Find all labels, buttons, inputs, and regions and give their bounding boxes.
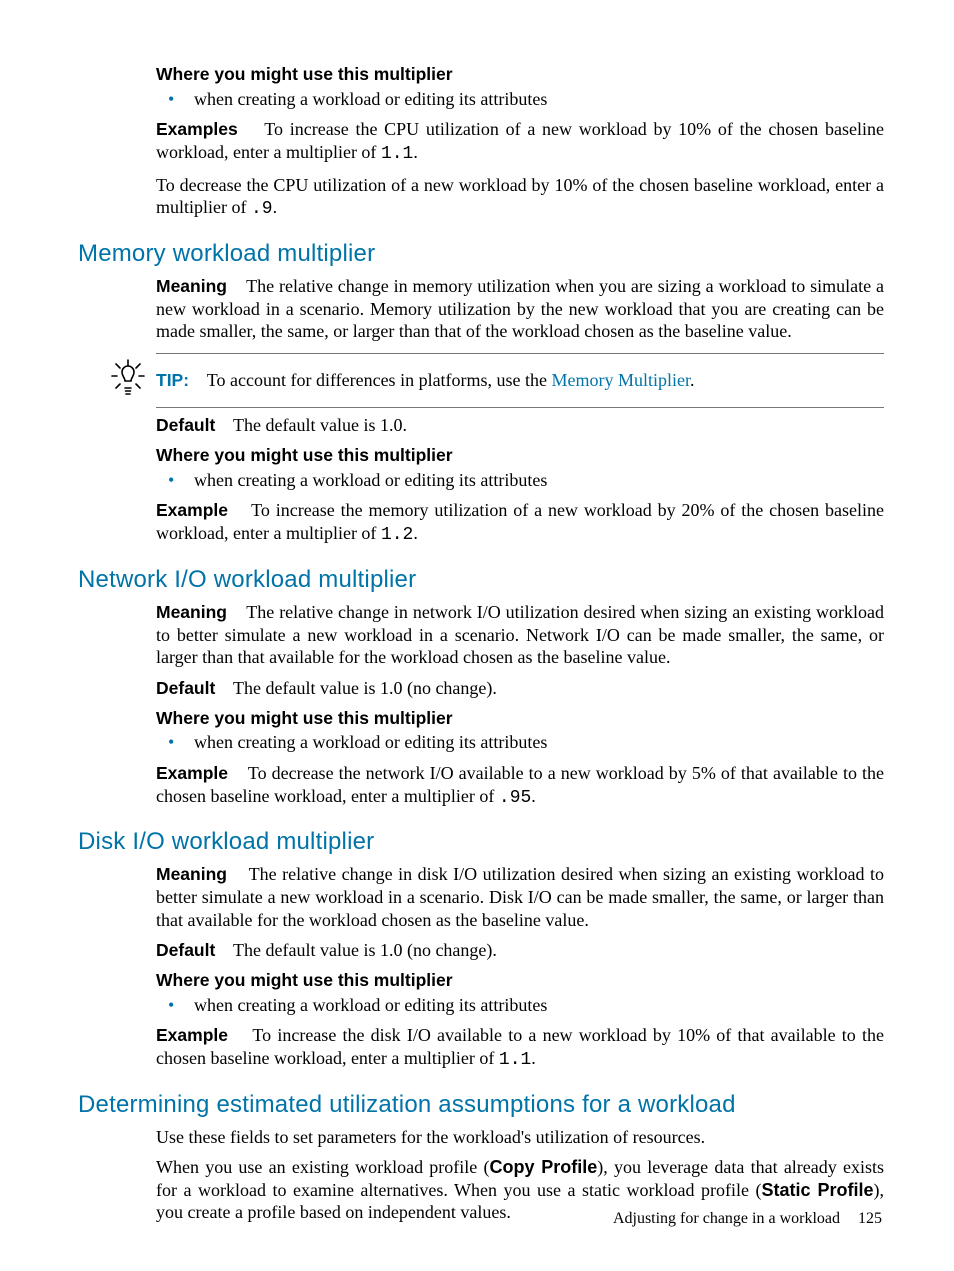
cpu-section-continuation: Where you might use this multiplier when…	[156, 64, 884, 221]
memory-heading: Memory workload multiplier	[78, 239, 884, 269]
code-literal: .95	[499, 788, 531, 808]
meaning-paragraph: Meaning The relative change in memory ut…	[156, 275, 884, 343]
meaning-paragraph: Meaning The relative change in disk I/O …	[156, 863, 884, 931]
where-heading: Where you might use this multiplier	[156, 64, 884, 86]
where-list: when creating a workload or editing its …	[156, 994, 884, 1017]
default-paragraph: Default The default value is 1.0 (no cha…	[156, 939, 884, 962]
tip-block: TIP: To account for differences in platf…	[156, 353, 884, 409]
where-list: when creating a workload or editing its …	[156, 731, 884, 754]
where-list: when creating a workload or editing its …	[156, 88, 884, 111]
page-number: 125	[858, 1210, 882, 1227]
body-text: .	[690, 370, 695, 390]
body-text: The default value is 1.0 (no change).	[233, 678, 497, 698]
disk-section: Meaning The relative change in disk I/O …	[156, 863, 884, 1072]
list-item: when creating a workload or editing its …	[194, 994, 884, 1017]
body-text: .	[413, 523, 418, 543]
bold-term: Copy Profile	[490, 1157, 598, 1177]
code-literal: 1.2	[381, 525, 413, 545]
example-label: Example	[156, 500, 228, 520]
bold-term: Static Profile	[761, 1180, 873, 1200]
body-text: The relative change in memory utilizatio…	[156, 276, 884, 341]
default-paragraph: Default The default value is 1.0 (no cha…	[156, 677, 884, 700]
example-label: Example	[156, 1025, 228, 1045]
default-label: Default	[156, 940, 215, 960]
examples-label: Examples	[156, 119, 238, 139]
where-heading: Where you might use this multiplier	[156, 970, 884, 992]
tip-rule-top	[156, 353, 884, 354]
disk-heading: Disk I/O workload multiplier	[78, 827, 884, 857]
network-heading: Network I/O workload multiplier	[78, 565, 884, 595]
body-text: The default value is 1.0.	[233, 415, 407, 435]
body-text: The relative change in network I/O utili…	[156, 602, 884, 667]
examples-paragraph: Examples To increase the CPU utilization…	[156, 118, 884, 165]
list-item: when creating a workload or editing its …	[194, 88, 884, 111]
body-text: To increase the CPU utilization of a new…	[156, 119, 884, 162]
footer-text: Adjusting for change in a workload	[613, 1210, 840, 1227]
code-literal: 1.1	[381, 144, 413, 164]
tip-icon	[108, 358, 148, 404]
body-text: The relative change in disk I/O utilizat…	[156, 864, 884, 929]
where-list: when creating a workload or editing its …	[156, 469, 884, 492]
body-text: To account for differences in platforms,…	[207, 370, 552, 390]
example-paragraph: Example To increase the disk I/O availab…	[156, 1024, 884, 1071]
meaning-label: Meaning	[156, 602, 227, 622]
default-label: Default	[156, 415, 215, 435]
memory-section: Meaning The relative change in memory ut…	[156, 275, 884, 547]
body-text: The default value is 1.0 (no change).	[233, 940, 497, 960]
body-paragraph: Use these fields to set parameters for t…	[156, 1126, 884, 1149]
lightbulb-icon	[108, 358, 148, 398]
list-item: when creating a workload or editing its …	[194, 469, 884, 492]
default-label: Default	[156, 678, 215, 698]
determining-heading: Determining estimated utilization assump…	[78, 1090, 884, 1120]
where-heading: Where you might use this multiplier	[156, 445, 884, 467]
memory-multiplier-link[interactable]: Memory Multiplier	[552, 370, 691, 390]
body-text: .	[531, 1048, 536, 1068]
meaning-label: Meaning	[156, 864, 227, 884]
page: Where you might use this multiplier when…	[0, 0, 954, 1271]
default-paragraph: Default The default value is 1.0.	[156, 414, 884, 437]
page-footer: Adjusting for change in a workload 125	[613, 1209, 882, 1229]
code-literal: 1.1	[499, 1050, 531, 1070]
code-literal: .9	[251, 199, 273, 219]
list-item: when creating a workload or editing its …	[194, 731, 884, 754]
body-text: To increase the memory utilization of a …	[156, 500, 884, 543]
meaning-paragraph: Meaning The relative change in network I…	[156, 601, 884, 669]
examples-paragraph-2: To decrease the CPU utilization of a new…	[156, 174, 884, 221]
meaning-label: Meaning	[156, 276, 227, 296]
tip-rule-bottom	[156, 407, 884, 408]
body-text: .	[273, 197, 278, 217]
example-label: Example	[156, 763, 228, 783]
where-heading: Where you might use this multiplier	[156, 708, 884, 730]
tip-label: TIP:	[156, 370, 189, 390]
body-text: When you use an existing workload profil…	[156, 1157, 490, 1177]
body-text: .	[413, 142, 418, 162]
network-section: Meaning The relative change in network I…	[156, 601, 884, 810]
example-paragraph: Example To increase the memory utilizati…	[156, 499, 884, 546]
example-paragraph: Example To decrease the network I/O avai…	[156, 762, 884, 809]
body-text: .	[531, 786, 536, 806]
tip-text: TIP: To account for differences in platf…	[156, 369, 884, 392]
tip-row: TIP: To account for differences in platf…	[156, 358, 884, 404]
